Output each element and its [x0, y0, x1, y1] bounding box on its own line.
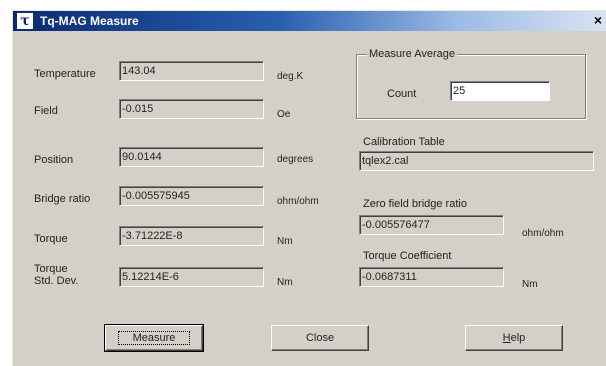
measure-average-group: Measure Average Count 25	[356, 48, 586, 119]
bridge-ratio-unit: ohm/ohm	[277, 196, 319, 207]
bridge-ratio-label: Bridge ratio	[34, 193, 91, 205]
zero-field-bridge-ratio-field[interactable]: -0.005576477	[359, 215, 504, 235]
torque-std-dev-field[interactable]: 5.12214E-6	[119, 267, 264, 287]
zero-field-bridge-ratio-label: Zero field bridge ratio	[363, 198, 467, 210]
position-field[interactable]: 90.0144	[119, 147, 264, 167]
torque-unit: Nm	[277, 236, 293, 247]
bridge-ratio-field[interactable]: -0.005575945	[119, 186, 264, 206]
torque-std-dev-unit: Nm	[277, 277, 293, 288]
torque-std-dev-label-line1: Torque	[34, 263, 68, 275]
zero-field-bridge-ratio-unit: ohm/ohm	[522, 228, 564, 239]
count-input[interactable]: 25	[450, 81, 550, 101]
calibration-table-field[interactable]: tqlex2.cal	[359, 151, 594, 171]
calibration-table-label: Calibration Table	[363, 136, 445, 148]
tq-mag-measure-dialog: τ Tq-MAG Measure × Temperature 143.04 de…	[12, 10, 606, 366]
close-button[interactable]: Close	[271, 325, 369, 351]
torque-coefficient-field[interactable]: -0.0687311	[359, 267, 504, 287]
torque-coefficient-label: Torque Coefficient	[363, 250, 452, 262]
help-button-label: elp	[510, 332, 526, 344]
position-unit: degrees	[277, 154, 314, 165]
measure-average-title: Measure Average	[367, 48, 458, 60]
close-icon[interactable]: ×	[591, 12, 605, 28]
temperature-unit: deg.K	[277, 71, 304, 82]
window-title: Tq-MAG Measure	[40, 14, 139, 28]
torque-std-dev-label-line2: Std. Dev.	[34, 275, 79, 287]
measure-button[interactable]: Measure	[104, 324, 204, 352]
field-unit: Oe	[277, 109, 291, 120]
temperature-field[interactable]: 143.04	[119, 61, 264, 81]
position-label: Position	[34, 154, 74, 166]
close-button-label: Close	[305, 332, 335, 344]
field-label: Field	[34, 105, 58, 117]
measure-button-label: Measure	[117, 331, 191, 345]
title-bar[interactable]: τ Tq-MAG Measure ×	[13, 11, 606, 31]
torque-coefficient-unit: Nm	[522, 279, 538, 290]
count-label: Count	[387, 88, 417, 100]
help-button-mnemonic: H	[502, 332, 511, 344]
torque-field[interactable]: -3.71222E-8	[119, 226, 264, 246]
field-value-field[interactable]: -0.015	[119, 99, 264, 119]
tau-icon: τ	[17, 13, 33, 29]
help-button[interactable]: Help	[465, 325, 563, 351]
torque-label: Torque	[34, 233, 68, 245]
temperature-label: Temperature	[34, 68, 96, 80]
